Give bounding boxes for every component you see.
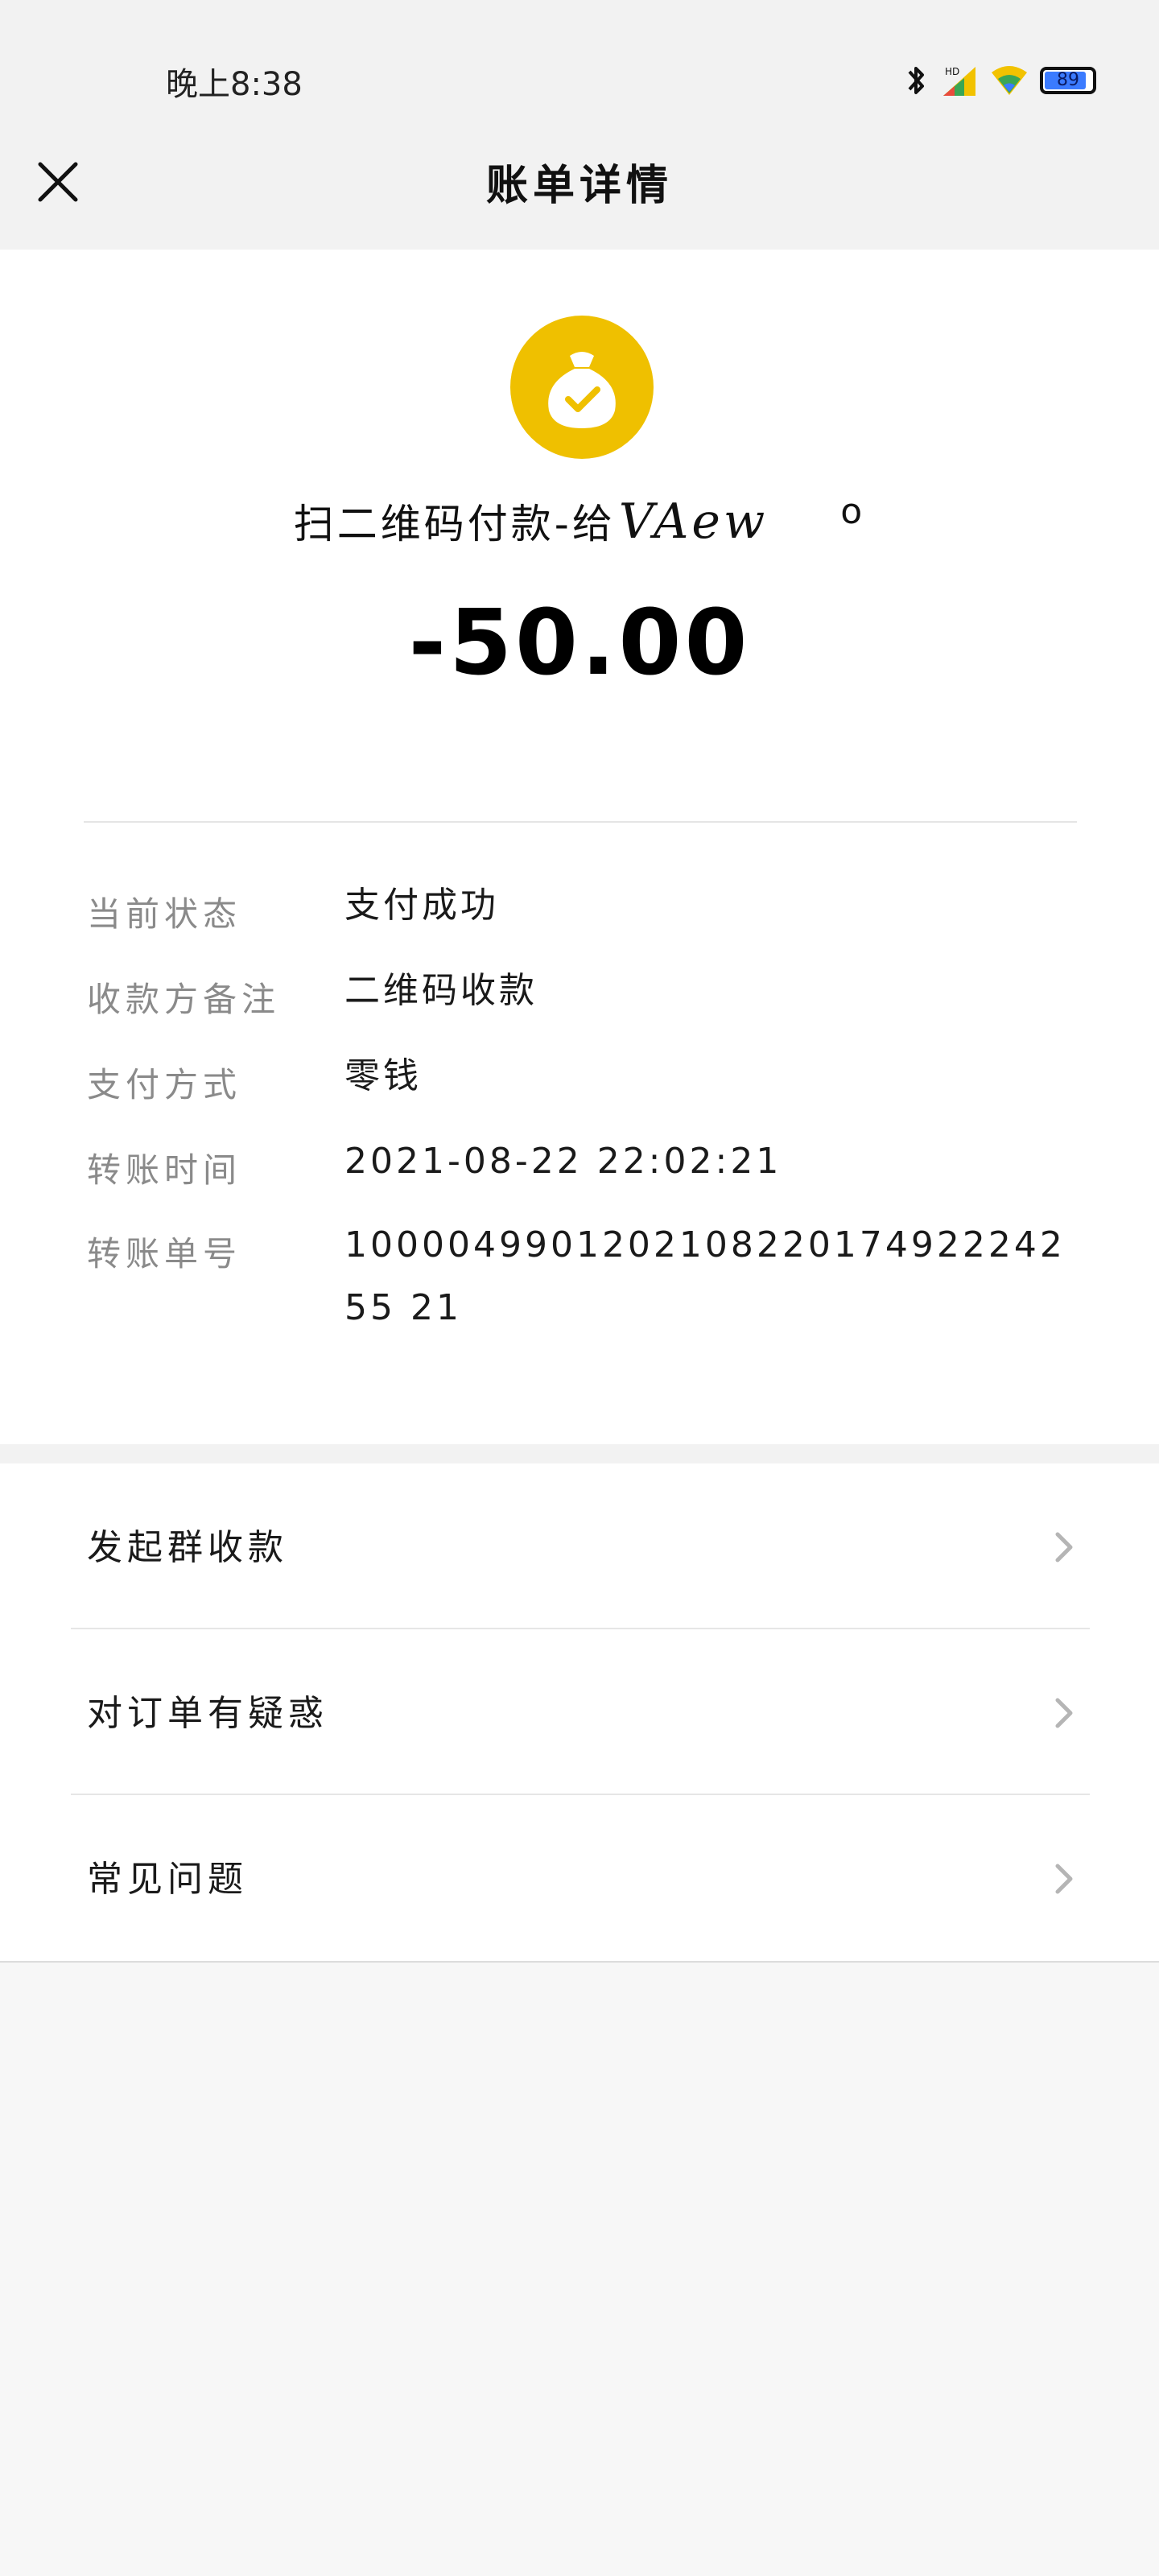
divider [84, 821, 1077, 823]
status-time: 晚上8:38 [166, 66, 303, 103]
detail-value: 零钱 [344, 1055, 422, 1096]
action-label: 对订单有疑惑 [87, 1693, 328, 1734]
status-icons: HD 89 [905, 63, 1096, 98]
chevron-right-icon [1055, 1864, 1073, 1894]
payee-suffix: o [840, 491, 866, 532]
action-list: 发起群收款 对订单有疑惑 常见问题 [0, 1463, 1159, 1963]
action-faq[interactable]: 常见问题 [0, 1795, 1159, 1961]
battery-icon: 89 [1040, 67, 1096, 94]
payee-prefix: 扫二维码付款-给 [293, 501, 616, 547]
money-bag-check-icon [510, 316, 654, 459]
detail-label: 转账时间 [87, 1150, 242, 1190]
detail-label: 支付方式 [87, 1065, 242, 1104]
action-label: 常见问题 [87, 1859, 248, 1900]
detail-label: 转账单号 [87, 1234, 242, 1274]
chevron-right-icon [1055, 1698, 1073, 1728]
signal-icon: HD [943, 66, 975, 96]
action-group-collection[interactable]: 发起群收款 [0, 1463, 1159, 1629]
bill-summary-card: 扫二维码付款-给VAew o -50.00 当前状态 支付成功 收款方备注 二维码… [0, 250, 1159, 1444]
detail-value: 支付成功 [344, 885, 499, 926]
detail-value: 2021-08-22 22:02:21 [344, 1141, 782, 1182]
detail-value: 二维码收款 [344, 970, 538, 1011]
payee-description: 扫二维码付款-给VAew o [0, 491, 1159, 550]
chevron-right-icon [1055, 1532, 1073, 1563]
status-bar: 晚上8:38 HD 89 [0, 0, 1159, 121]
action-label: 发起群收款 [87, 1527, 288, 1568]
page-title: 账单详情 [485, 162, 673, 210]
detail-label: 收款方备注 [87, 980, 281, 1019]
action-order-question[interactable]: 对订单有疑惑 [0, 1629, 1159, 1795]
payment-amount: -50.00 [408, 591, 751, 696]
battery-text: 89 [1057, 70, 1079, 90]
detail-label: 当前状态 [87, 894, 242, 934]
payee-name: VAew [618, 493, 769, 550]
bill-detail-page: 晚上8:38 HD 89 账单详情 扫二维码付款-给VAew o -50.00 … [0, 0, 1159, 2576]
section-gap [0, 1444, 1159, 1463]
svg-text:HD: HD [945, 66, 959, 77]
nav-bar: 账单详情 [0, 121, 1159, 250]
detail-value: 100004990120210822017492224255 21 [344, 1224, 1066, 1328]
wifi-icon [992, 66, 1027, 95]
bluetooth-icon [908, 67, 924, 94]
